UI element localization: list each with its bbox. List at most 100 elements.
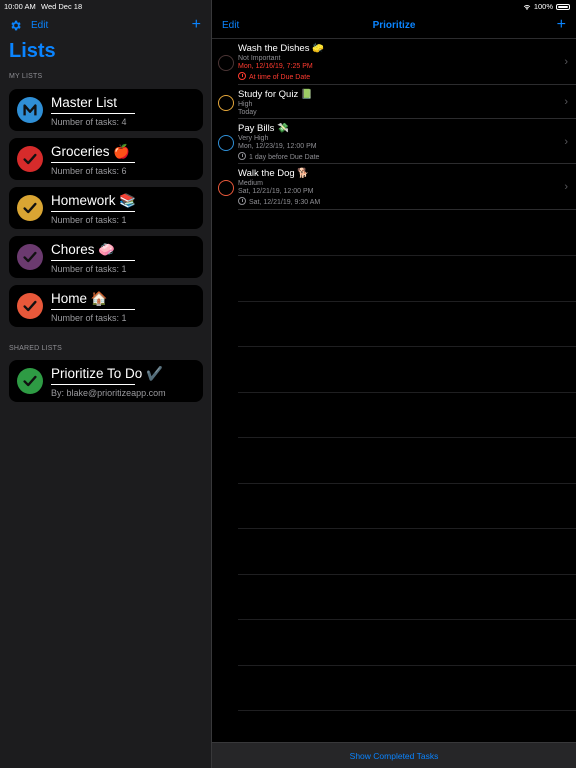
- task-title: Wash the Dishes 🧽: [238, 43, 324, 54]
- check-icon: [17, 368, 43, 394]
- empty-row-separator: [238, 483, 576, 484]
- task-complete-toggle[interactable]: [218, 134, 234, 151]
- list-task-count: Number of tasks: 6: [51, 166, 127, 176]
- list-task-count: Number of tasks: 1: [51, 215, 127, 225]
- task-title: Study for Quiz 📗: [238, 89, 313, 100]
- sidebar-edit-button[interactable]: Edit: [31, 20, 48, 31]
- list-underline: [51, 384, 135, 385]
- gear-icon[interactable]: [9, 19, 22, 32]
- list-name: Homework 📚: [51, 193, 137, 208]
- lists-sidebar: Edit + Lists MY LISTS Master List Number …: [0, 0, 211, 768]
- task-row[interactable]: Wash the Dishes 🧽 Not Important Mon, 12/16…: [212, 41, 576, 85]
- task-complete-toggle[interactable]: [218, 95, 234, 111]
- list-name: Groceries 🍎: [51, 144, 131, 159]
- status-bar: 10:00 AM Wed Dec 18 100%: [0, 0, 576, 12]
- chevron-right-icon[interactable]: ›: [564, 136, 568, 148]
- list-underline: [51, 162, 135, 163]
- task-due-date: Today: [238, 109, 257, 116]
- my-lists-header: MY LISTS: [9, 73, 43, 80]
- show-completed-button[interactable]: Show Completed Tasks: [212, 751, 576, 761]
- task-complete-toggle[interactable]: [218, 55, 234, 71]
- bottom-bar: Show Completed Tasks: [212, 742, 576, 768]
- row-separator: [238, 163, 576, 164]
- list-card[interactable]: Prioritize To Do ✔️ By: blake@prioritizea…: [9, 360, 203, 402]
- status-time: 10:00 AM: [4, 2, 36, 11]
- add-task-button[interactable]: +: [557, 17, 566, 33]
- list-underline: [51, 260, 135, 261]
- main-toolbar: Edit Prioritize +: [212, 16, 576, 36]
- task-reminder: 1 day before Due Date: [238, 152, 319, 161]
- empty-row-separator: [238, 665, 576, 666]
- list-underline: [51, 309, 135, 310]
- alarm-icon: [238, 197, 246, 205]
- battery-percent: 100%: [533, 2, 553, 11]
- sidebar-toolbar: Edit +: [0, 16, 211, 36]
- task-reminder: At time of Due Date: [238, 72, 310, 81]
- check-icon: [17, 146, 43, 172]
- row-separator: [238, 209, 576, 210]
- empty-row-separator: [238, 346, 576, 347]
- task-title: Pay Bills 💸: [238, 123, 289, 134]
- list-name: Chores 🧼: [51, 242, 116, 257]
- empty-row-separator: [238, 255, 576, 256]
- list-title: Prioritize: [372, 20, 416, 31]
- toolbar-divider: [212, 38, 576, 39]
- task-priority: Medium: [238, 180, 263, 187]
- task-reminder-text: Sat, 12/21/19, 9:30 AM: [249, 199, 321, 206]
- alarm-icon: [238, 152, 246, 160]
- check-icon: [17, 195, 43, 221]
- empty-row-separator: [238, 528, 576, 529]
- check-icon: [17, 293, 43, 319]
- list-card[interactable]: Master List Number of tasks: 4: [9, 89, 203, 131]
- task-row[interactable]: Pay Bills 💸 Very High Mon, 12/23/19, 12:00…: [212, 121, 576, 164]
- empty-row-separator: [238, 710, 576, 711]
- check-icon: [17, 244, 43, 270]
- empty-row-separator: [238, 392, 576, 393]
- task-title: Walk the Dog 🐕: [238, 168, 310, 179]
- list-name: Master List: [51, 95, 118, 110]
- empty-row-separator: [238, 619, 576, 620]
- list-card[interactable]: Homework 📚 Number of tasks: 1: [9, 187, 203, 229]
- task-priority: High: [238, 101, 253, 108]
- row-separator: [238, 84, 576, 85]
- list-card[interactable]: Home 🏠 Number of tasks: 1: [9, 285, 203, 327]
- page-title: Lists: [9, 40, 56, 62]
- status-date: Wed Dec 18: [41, 2, 83, 11]
- task-row[interactable]: Walk the Dog 🐕 Medium Sat, 12/21/19, 12:00…: [212, 166, 576, 210]
- task-row[interactable]: Study for Quiz 📗 High Today ›: [212, 87, 576, 119]
- task-due-date: Sat, 12/21/19, 12:00 PM: [238, 188, 314, 195]
- list-task-count: By: blake@prioritizeapp.com: [51, 388, 166, 398]
- chevron-right-icon[interactable]: ›: [564, 56, 568, 68]
- task-due-date: Mon, 12/23/19, 12:00 PM: [238, 143, 317, 150]
- list-card[interactable]: Groceries 🍎 Number of tasks: 6: [9, 138, 203, 180]
- task-panel: Edit Prioritize + Wash the Dishes 🧽 Not I…: [212, 0, 576, 768]
- task-priority: Very High: [238, 135, 269, 142]
- status-indicators: 100%: [523, 2, 570, 11]
- task-priority: Not Important: [238, 55, 281, 62]
- battery-icon: [556, 3, 570, 10]
- list-card[interactable]: Chores 🧼 Number of tasks: 1: [9, 236, 203, 278]
- m-logo-icon: [17, 97, 43, 123]
- task-due-date: Mon, 12/16/19, 7:25 PM: [238, 63, 313, 70]
- empty-row-separator: [238, 301, 576, 302]
- add-list-button[interactable]: +: [192, 17, 201, 33]
- wifi-icon: [523, 4, 531, 10]
- row-separator: [238, 118, 576, 119]
- chevron-right-icon[interactable]: ›: [564, 181, 568, 193]
- list-name: Home 🏠: [51, 291, 108, 306]
- task-reminder-text: At time of Due Date: [249, 74, 311, 81]
- chevron-right-icon[interactable]: ›: [564, 96, 568, 108]
- list-underline: [51, 211, 135, 212]
- list-task-count: Number of tasks: 1: [51, 313, 127, 323]
- empty-row-separator: [238, 437, 576, 438]
- list-underline: [51, 113, 135, 114]
- task-reminder: Sat, 12/21/19, 9:30 AM: [238, 197, 320, 206]
- list-name: Prioritize To Do ✔️: [51, 366, 163, 381]
- shared-lists-header: SHARED LISTS: [9, 345, 62, 352]
- empty-row-separator: [238, 574, 576, 575]
- list-task-count: Number of tasks: 4: [51, 117, 127, 127]
- task-reminder-text: 1 day before Due Date: [249, 154, 320, 161]
- alarm-icon: [238, 72, 246, 80]
- list-task-count: Number of tasks: 1: [51, 264, 127, 274]
- task-complete-toggle[interactable]: [218, 180, 234, 196]
